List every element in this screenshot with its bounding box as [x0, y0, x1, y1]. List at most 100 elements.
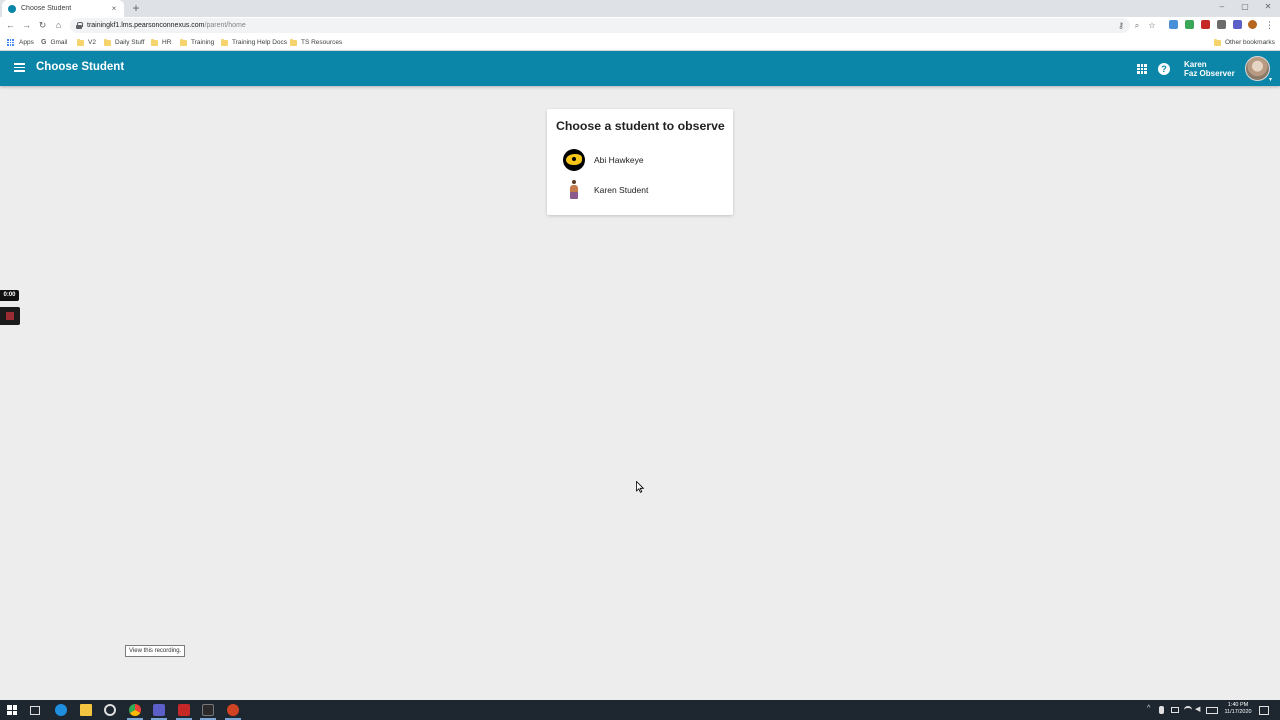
task-view-icon[interactable] [30, 706, 40, 715]
battery-icon[interactable] [1171, 707, 1179, 713]
help-icon[interactable]: ? [1158, 63, 1170, 75]
browser-toolbar: ← → ↻ ⌂ trainingkf1.lms.pearsonconnexus.… [0, 17, 1280, 34]
bookmark-label: Apps [19, 39, 34, 46]
wifi-icon[interactable] [1184, 706, 1192, 714]
browser-menu-icon[interactable]: ⋮ [1264, 20, 1275, 31]
folder-icon [180, 38, 187, 46]
app-header: Choose Student ? Karen Faz Observer [0, 51, 1280, 86]
mouse-cursor-icon [636, 481, 644, 493]
student-item-karen-student[interactable]: Karen Student [563, 178, 723, 202]
bookmarks-bar: Apps G Gmail V2 Daily Stuff HR Training … [0, 34, 1280, 51]
reload-icon[interactable]: ↻ [37, 20, 48, 31]
bookmark-label: TS Resources [301, 39, 343, 46]
folder-icon [290, 38, 297, 46]
windows-taskbar: ^ ◀ [0, 700, 1280, 720]
student-name: Karen Student [594, 185, 649, 195]
star-icon[interactable]: ☆ [1147, 21, 1157, 31]
bookmark-other[interactable]: Other bookmarks [1214, 37, 1275, 48]
back-arrow-icon[interactable]: ← [5, 20, 16, 31]
student-chooser-card: Choose a student to observe Abi Hawkeye … [547, 109, 733, 215]
acrobat-icon[interactable] [202, 704, 214, 716]
browser-tab[interactable]: Choose Student × [2, 0, 124, 17]
bookmark-label: Training [191, 39, 215, 46]
file-explorer-icon[interactable] [80, 704, 92, 716]
extension-icon[interactable] [1233, 20, 1242, 29]
avatar[interactable] [1245, 56, 1270, 81]
chrome-icon[interactable] [129, 704, 141, 716]
folder-icon [77, 38, 84, 46]
card-title: Choose a student to observe [556, 119, 725, 133]
apps-grid-icon[interactable] [1137, 64, 1147, 74]
extension-icon[interactable] [1169, 20, 1178, 29]
bookmark-label: Other bookmarks [1225, 39, 1275, 46]
windows-start-icon[interactable] [7, 705, 19, 717]
bookmark-label: Daily Stuff [115, 39, 145, 46]
recording-timer: 0:00 [0, 290, 19, 301]
window-minimize-icon[interactable]: – [1216, 2, 1228, 11]
address-bar[interactable]: trainingkf1.lms.pearsonconnexus.com/pare… [70, 18, 1156, 33]
window-maximize-icon[interactable]: ▢ [1239, 2, 1251, 11]
new-tab-button[interactable]: + [130, 1, 142, 15]
forward-arrow-icon[interactable]: → [21, 20, 32, 31]
notifications-icon[interactable] [1259, 706, 1269, 715]
powerpoint-icon[interactable] [227, 704, 239, 716]
menu-icon[interactable] [14, 63, 25, 72]
bookmark-training-help-docs[interactable]: Training Help Docs [221, 37, 287, 48]
bookmark-label: Gmail [50, 39, 68, 46]
tab-close-icon[interactable]: × [110, 4, 118, 13]
apps-icon [7, 39, 14, 46]
profile-avatar-icon[interactable] [1248, 20, 1257, 29]
key-icon[interactable]: ⚷ [1116, 21, 1126, 31]
folder-icon [151, 38, 158, 46]
bookmark-hr[interactable]: HR [151, 37, 171, 48]
microphone-icon[interactable] [1159, 706, 1164, 714]
folder-icon [1214, 38, 1221, 46]
edge-icon[interactable] [55, 704, 67, 716]
tab-title: Choose Student [21, 5, 72, 12]
google-icon: G [41, 39, 47, 46]
keyboard-icon[interactable] [1206, 707, 1218, 714]
bookmark-v2[interactable]: V2 [77, 37, 96, 48]
address-url[interactable]: trainingkf1.lms.pearsonconnexus.com/pare… [87, 20, 246, 31]
user-last-name: Faz Observer [1184, 69, 1235, 78]
user-name[interactable]: Karen Faz Observer [1184, 60, 1235, 78]
puzzle-icon[interactable] [1217, 20, 1226, 29]
student-name: Abi Hawkeye [594, 155, 644, 165]
bookmark-daily-stuff[interactable]: Daily Stuff [104, 37, 145, 48]
bookmark-label: HR [162, 39, 172, 46]
bookmark-label: V2 [88, 39, 96, 46]
view-recording-link[interactable]: View this recording. [125, 645, 186, 657]
browser-tab-strip: Choose Student × + – ▢ ✕ [0, 0, 1280, 17]
hawkeye-avatar-icon [563, 149, 585, 171]
bookmark-label: Training Help Docs [232, 39, 288, 46]
tray-expand-icon[interactable]: ^ [1147, 705, 1150, 712]
folder-icon [221, 38, 228, 46]
figure-avatar-icon [563, 179, 585, 201]
zoom-icon[interactable]: ⌕ [1132, 21, 1142, 31]
folder-icon [104, 38, 111, 46]
stop-recording-button[interactable] [0, 307, 20, 325]
teams-icon[interactable] [153, 704, 165, 716]
student-item-abi-hawkeye[interactable]: Abi Hawkeye [563, 148, 723, 172]
bookmark-training[interactable]: Training [180, 37, 214, 48]
volume-icon[interactable]: ◀ [1195, 705, 1200, 713]
page-title: Choose Student [36, 61, 125, 73]
clock-date: 11/17/2020 [1224, 709, 1252, 715]
extension-icon[interactable] [1201, 20, 1210, 29]
home-icon[interactable]: ⌂ [53, 20, 64, 31]
bookmark-apps[interactable]: Apps [7, 37, 34, 48]
user-first-name: Karen [1184, 60, 1207, 69]
app-icon[interactable] [178, 704, 190, 716]
window-close-icon[interactable]: ✕ [1262, 2, 1274, 11]
clock-time: 1:40 PM [1227, 702, 1249, 708]
extension-icon[interactable] [1185, 20, 1194, 29]
site-favicon-icon [8, 4, 16, 13]
url-host: trainingkf1.lms.pearsonconnexus.com [87, 22, 205, 29]
bookmark-ts-resources[interactable]: TS Resources [290, 37, 342, 48]
url-path: /parent/home [204, 22, 246, 29]
taskbar-clock[interactable]: 1:40 PM 11/17/2020 [1218, 702, 1258, 716]
bookmark-gmail[interactable]: G Gmail [41, 37, 67, 48]
chevron-down-icon[interactable]: ▼ [1268, 77, 1273, 83]
app-icon[interactable] [104, 704, 116, 716]
lock-icon[interactable] [76, 22, 83, 29]
